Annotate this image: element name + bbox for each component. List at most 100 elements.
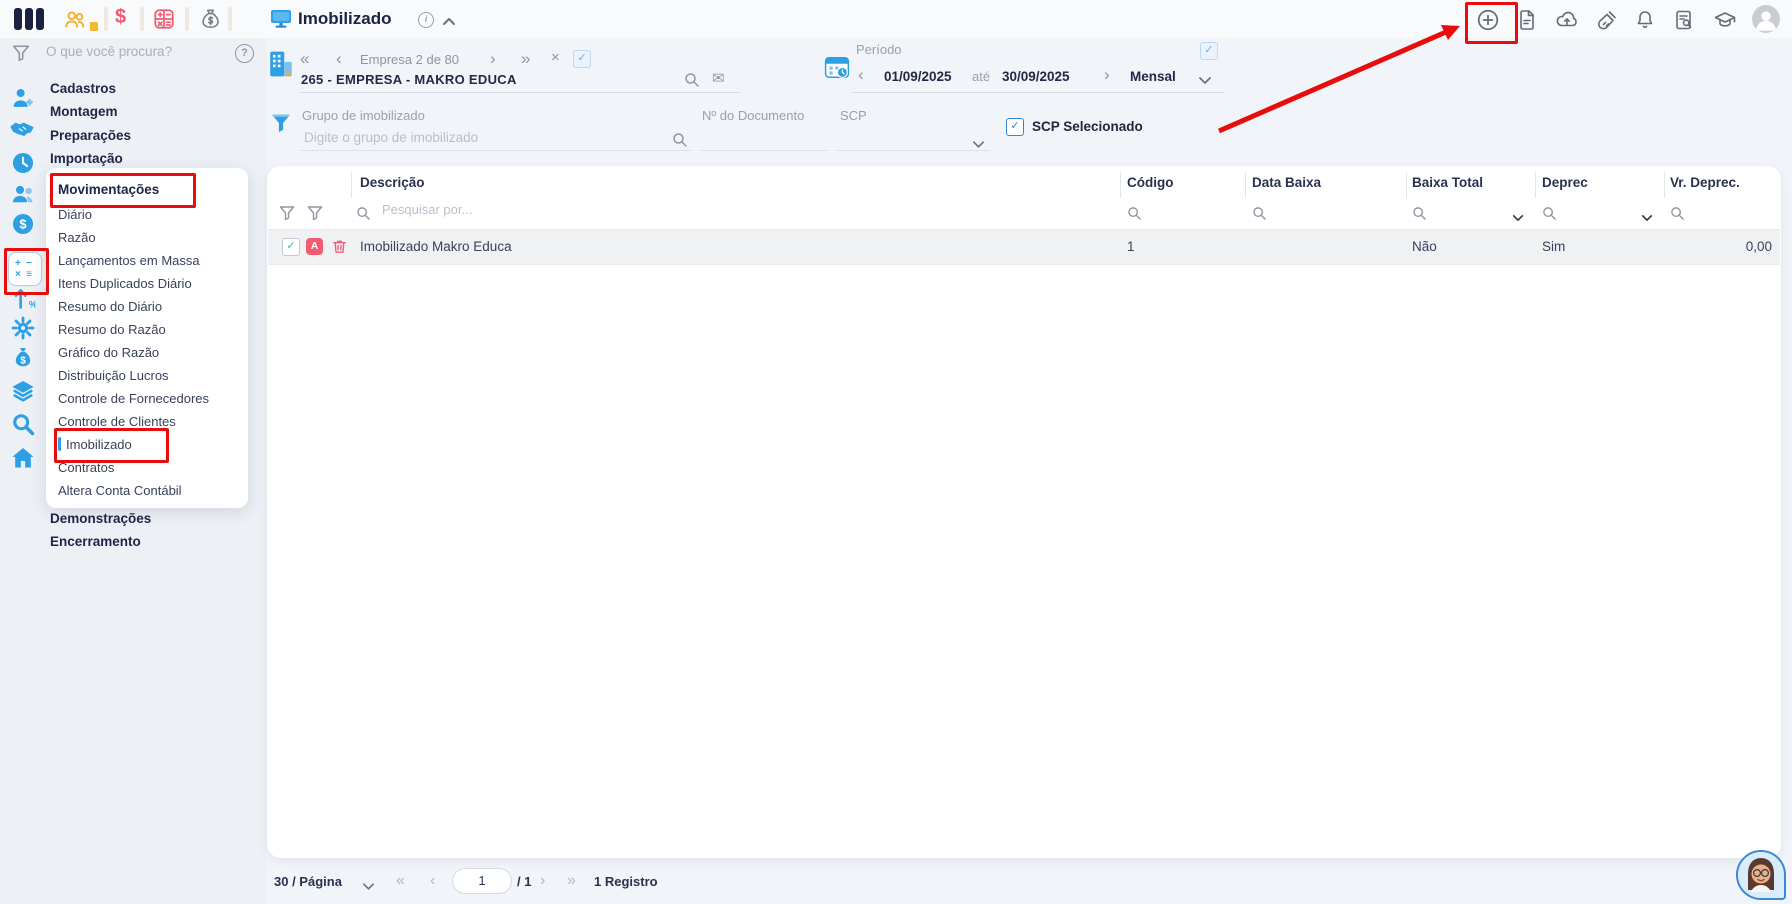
column-header-codigo[interactable]: Código <box>1127 175 1174 190</box>
topbar-divider <box>228 7 232 31</box>
column-header-vr-deprec[interactable]: Vr. Deprec. <box>1670 175 1740 190</box>
company-clear-button[interactable]: × <box>551 50 560 65</box>
submenu-item-resumo-do-razao[interactable]: Resumo do Razão <box>46 318 248 341</box>
svg-text:$: $ <box>20 355 26 366</box>
codigo-search-icon[interactable] <box>1127 206 1142 226</box>
collapse-chevron-up-icon[interactable] <box>442 13 456 31</box>
first-page-button[interactable]: « <box>396 872 405 890</box>
deprec-chevron-down-icon[interactable] <box>1641 209 1653 227</box>
company-search-icon[interactable] <box>684 72 700 93</box>
rail-people-icon[interactable] <box>10 181 36 212</box>
rail-money-bag-icon[interactable]: $ <box>10 345 36 376</box>
training-graduation-icon[interactable] <box>1712 8 1738 37</box>
period-checkbox[interactable]: ✓ <box>1200 42 1218 60</box>
period-end-date[interactable]: 30/09/2025 <box>1002 69 1070 84</box>
finance-module-icon[interactable]: $ <box>115 6 126 29</box>
rail-layers-icon[interactable] <box>10 378 36 409</box>
company-name[interactable]: 265 - EMPRESA - MAKRO EDUCA <box>301 72 517 87</box>
sidebar-item-montagem[interactable]: Montagem <box>50 104 118 119</box>
column-header-deprec[interactable]: Deprec <box>1542 175 1588 190</box>
company-next-button[interactable]: › <box>490 50 496 67</box>
add-button[interactable] <box>1476 8 1500 37</box>
submenu-item-resumo-do-diario[interactable]: Resumo do Diário <box>46 295 248 318</box>
sidebar-item-cadastros[interactable]: Cadastros <box>50 81 116 96</box>
period-mode-chevron-down-icon[interactable] <box>1198 72 1212 90</box>
upload-cloud-icon[interactable] <box>1554 8 1580 37</box>
help-icon[interactable]: ? <box>235 44 254 63</box>
sidebar-item-preparacoes[interactable]: Preparações <box>50 128 131 143</box>
rail-calculator-icon[interactable]: + − × ≡ <box>8 252 42 286</box>
sidebar-item-demonstracoes[interactable]: Demonstrações <box>50 511 151 526</box>
period-prev-button[interactable]: ‹ <box>858 66 864 83</box>
last-page-button[interactable]: » <box>567 872 576 890</box>
next-page-button[interactable]: › <box>540 872 545 890</box>
support-chat-avatar[interactable] <box>1736 850 1786 900</box>
submenu-item-diario[interactable]: Diário <box>46 203 248 226</box>
rail-search-icon[interactable] <box>10 411 36 442</box>
info-icon[interactable]: i <box>418 12 434 28</box>
column-header-baixa-total[interactable]: Baixa Total <box>1412 175 1483 190</box>
row-delete-trash-icon[interactable] <box>331 238 348 260</box>
submenu-item-imobilizado[interactable]: Imobilizado <box>46 433 248 456</box>
baixa-total-chevron-down-icon[interactable] <box>1512 209 1524 227</box>
descricao-search-input[interactable] <box>380 201 634 218</box>
calculator-module-icon[interactable] <box>152 7 176 36</box>
sidebar-item-importacao[interactable]: Importação <box>50 151 123 166</box>
scp-chevron-down-icon[interactable] <box>972 136 985 154</box>
submenu-item-contratos[interactable]: Contratos <box>46 456 248 479</box>
submenu-item-razao[interactable]: Razão <box>46 226 248 249</box>
deprec-search-icon[interactable] <box>1542 206 1557 226</box>
user-avatar[interactable] <box>1752 5 1780 33</box>
submenu-item-controle-de-fornecedores[interactable]: Controle de Fornecedores <box>46 387 248 410</box>
clean-broom-icon[interactable] <box>1595 8 1619 37</box>
grupo-imobilizado-input[interactable] <box>302 129 636 146</box>
period-underline <box>852 92 1224 93</box>
rail-clock-icon[interactable] <box>10 150 36 181</box>
submenu-title-movimentacoes[interactable]: Movimentações <box>46 180 248 203</box>
per-page-select[interactable]: 30 / Página <box>274 874 342 889</box>
page-number-input[interactable] <box>455 872 509 889</box>
company-prev-button[interactable]: ‹ <box>336 50 342 67</box>
submenu-item-lancamentos-em-massa[interactable]: Lançamentos em Massa <box>46 249 248 272</box>
submenu-item-distribuicao-lucros[interactable]: Distribuição Lucros <box>46 364 248 387</box>
rail-person-gear-icon[interactable] <box>10 85 36 116</box>
sidebar-search-input[interactable] <box>44 43 208 60</box>
company-first-button[interactable]: « <box>300 50 309 67</box>
company-last-button[interactable]: » <box>521 50 530 67</box>
rail-handshake-icon[interactable] <box>8 117 36 146</box>
scp-selecionado-checkbox[interactable]: ✓ <box>1006 118 1024 136</box>
submenu-item-controle-de-clientes[interactable]: Controle de Clientes <box>46 410 248 433</box>
period-next-button[interactable]: › <box>1104 66 1110 83</box>
rail-dollar-icon[interactable]: $ <box>10 211 36 242</box>
sidebar-item-encerramento[interactable]: Encerramento <box>50 534 141 549</box>
documento-underline <box>700 150 828 151</box>
per-page-chevron-down-icon[interactable] <box>362 878 375 896</box>
rail-trending-percent-icon[interactable]: % <box>10 285 38 316</box>
submenu-item-altera-conta-contabil[interactable]: Altera Conta Contábil <box>46 479 248 502</box>
audit-log-icon[interactable] <box>1672 8 1696 37</box>
money-bag-module-icon[interactable] <box>198 7 222 36</box>
table-funnel-icon-1[interactable] <box>279 205 295 226</box>
period-mode-select[interactable]: Mensal <box>1130 69 1176 84</box>
column-header-data-baixa[interactable]: Data Baixa <box>1252 175 1321 190</box>
notifications-bell-icon[interactable] <box>1633 8 1657 37</box>
column-header-descricao[interactable]: Descrição <box>360 175 425 190</box>
row-checkbox[interactable]: ✓ <box>282 238 300 256</box>
company-checkbox[interactable]: ✓ <box>573 50 591 68</box>
column-divider <box>1406 172 1407 198</box>
company-mail-icon[interactable]: ✉ <box>712 69 725 87</box>
prev-page-button[interactable]: ‹ <box>430 872 435 890</box>
rail-gear-icon[interactable] <box>10 315 36 346</box>
document-icon[interactable] <box>1515 8 1539 37</box>
baixa-total-search-icon[interactable] <box>1412 206 1427 226</box>
period-start-date[interactable]: 01/09/2025 <box>884 69 952 84</box>
data-baixa-search-icon[interactable] <box>1252 206 1267 226</box>
submenu-item-itens-duplicados-diario[interactable]: Itens Duplicados Diário <box>46 272 248 295</box>
rail-home-icon[interactable] <box>10 445 36 476</box>
sidebar-filter-funnel-icon[interactable] <box>12 44 30 67</box>
vr-deprec-search-icon[interactable] <box>1670 206 1685 226</box>
people-module-icon[interactable] <box>63 7 87 36</box>
documento-input[interactable] <box>702 129 826 146</box>
submenu-item-grafico-do-razao[interactable]: Gráfico do Razão <box>46 341 248 364</box>
table-funnel-icon-2[interactable] <box>307 205 323 226</box>
